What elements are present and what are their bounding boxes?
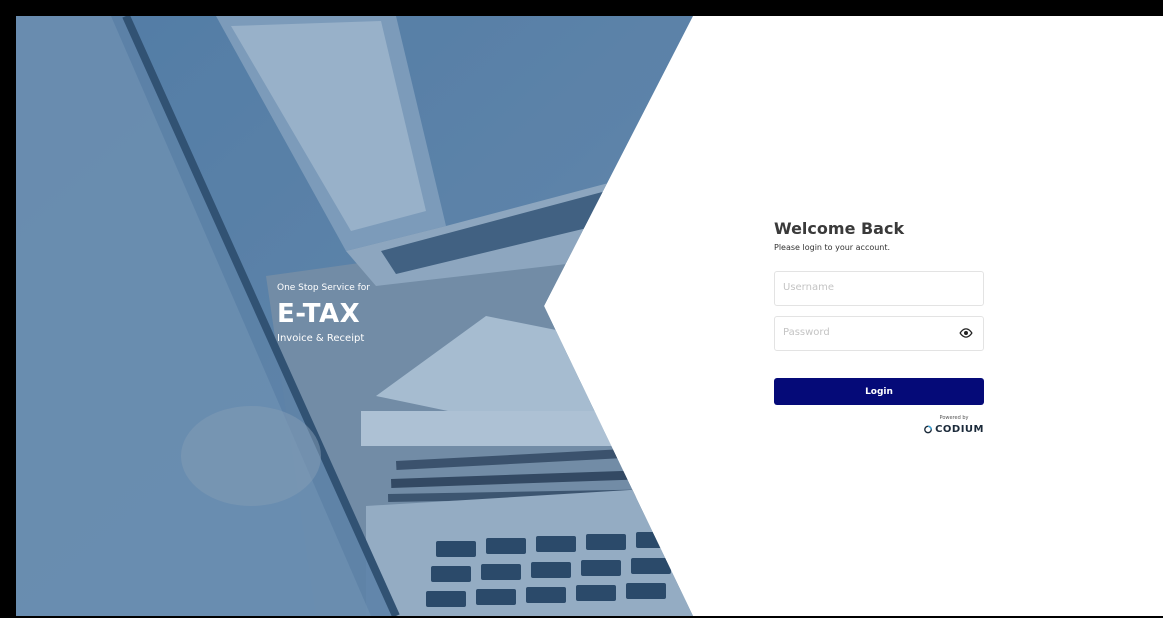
welcome-title: Welcome Back: [774, 219, 905, 238]
password-input[interactable]: [775, 317, 953, 348]
etax-title: E-TAX: [277, 299, 361, 329]
login-subtitle: Please login to your account.: [774, 243, 891, 252]
page-frame: One Stop Service for E-TAX Invoice & Rec…: [16, 16, 1163, 616]
hero-panel: One Stop Service for E-TAX Invoice & Rec…: [16, 16, 1163, 616]
hero-background-image: [16, 16, 693, 616]
eye-icon[interactable]: [959, 327, 973, 339]
powered-by: Powered by CODIUM: [924, 415, 984, 435]
codium-logo-icon: [924, 425, 932, 434]
password-field: [774, 316, 984, 351]
brand-name: CODIUM: [935, 424, 984, 435]
username-input[interactable]: [775, 272, 953, 303]
username-field: [774, 271, 984, 306]
codium-brand: CODIUM: [924, 424, 984, 435]
powered-by-label: Powered by: [939, 415, 969, 421]
login-button[interactable]: Login: [774, 378, 984, 405]
tagline-sub: Invoice & Receipt: [277, 333, 365, 344]
tagline-small: One Stop Service for: [277, 283, 371, 293]
login-form: Welcome Back Please login to your accoun…: [774, 219, 984, 435]
hero-tagline: One Stop Service for E-TAX Invoice & Rec…: [277, 282, 417, 346]
